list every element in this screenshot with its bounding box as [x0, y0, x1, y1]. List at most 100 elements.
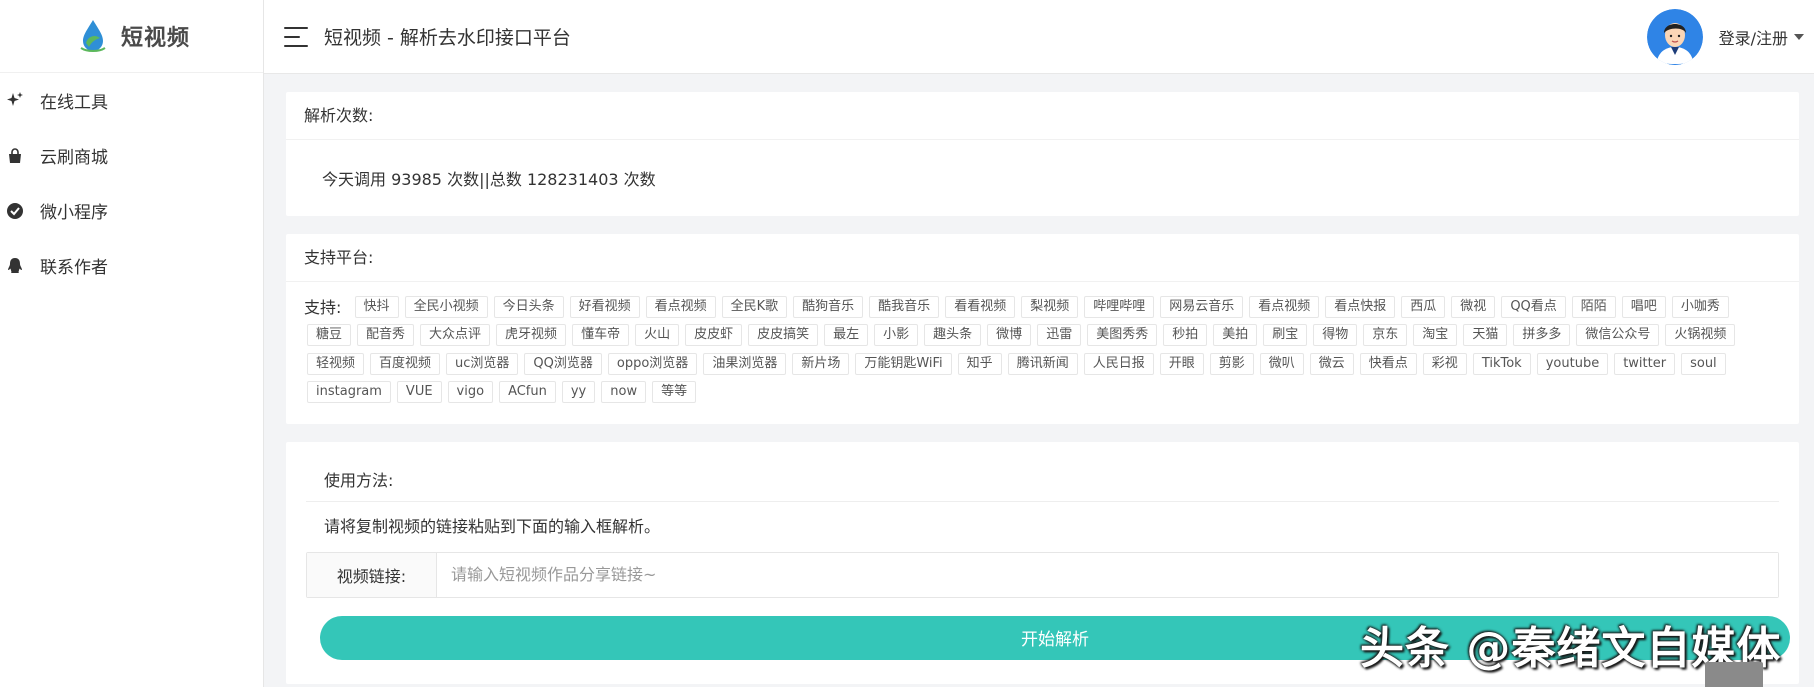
- platform-tag[interactable]: 看点视频: [1249, 295, 1320, 318]
- platform-tag[interactable]: 彩视: [1422, 352, 1467, 375]
- app-root: 短视频 在线工具 云刷商城 微小程序 联系作者 短视频 - 解析去水印接口平台 …: [0, 0, 1814, 687]
- platform-tag[interactable]: 天猫: [1463, 324, 1508, 346]
- platform-tag[interactable]: 得物: [1313, 324, 1358, 346]
- platform-tag[interactable]: 秒拍: [1163, 324, 1208, 346]
- platform-tag[interactable]: now: [601, 381, 647, 403]
- water-drop-leaf-icon: [80, 20, 106, 52]
- platform-tag[interactable]: 火锅视频: [1665, 324, 1736, 346]
- platform-tag[interactable]: 美拍: [1213, 324, 1258, 346]
- platform-tag[interactable]: 微信公众号: [1576, 324, 1660, 346]
- platform-tag[interactable]: 微博: [987, 324, 1032, 346]
- sparkle-icon: [4, 90, 26, 112]
- platforms-label: 支持:: [304, 298, 342, 317]
- platform-tag[interactable]: 快看点: [1359, 352, 1417, 375]
- platform-tag[interactable]: 今日头条: [493, 295, 564, 318]
- platform-tag[interactable]: 拼多多: [1513, 324, 1571, 346]
- platform-tag[interactable]: 哔哩哔哩: [1084, 295, 1155, 318]
- platform-tag[interactable]: 糖豆: [307, 324, 352, 346]
- platform-tag[interactable]: 剪影: [1209, 352, 1254, 375]
- platform-tag[interactable]: TikTok: [1472, 352, 1531, 375]
- shopping-bag-icon: [4, 145, 26, 167]
- sidebar-item-contact[interactable]: 联系作者: [0, 238, 263, 293]
- platform-tag[interactable]: 大众点评: [420, 324, 491, 346]
- platform-tag[interactable]: 迅雷: [1037, 324, 1082, 346]
- platform-tag[interactable]: 皮皮虾: [685, 324, 743, 346]
- platform-tag[interactable]: 看看视频: [945, 295, 1016, 318]
- platform-tag[interactable]: 看点视频: [645, 295, 716, 318]
- platform-tag[interactable]: 百度视频: [370, 352, 441, 375]
- platform-tag[interactable]: QQ看点: [1501, 295, 1566, 318]
- platform-tag[interactable]: 等等: [652, 381, 697, 403]
- login-label: 登录/注册: [1718, 29, 1788, 48]
- platform-tag[interactable]: 新片场: [792, 352, 850, 375]
- platform-tag[interactable]: 虎牙视频: [496, 324, 567, 346]
- platform-tag[interactable]: 人民日报: [1083, 352, 1154, 375]
- platform-tag[interactable]: 酷我音乐: [869, 295, 940, 318]
- platform-tag[interactable]: 轻视频: [307, 352, 365, 375]
- platforms-card: 支持平台: 支持: 快抖 全民小视频 今日头条 好看视频 看点视频 全民K歌 酷狗音乐 酷我音…: [286, 234, 1799, 424]
- platform-tag[interactable]: 陌陌: [1571, 295, 1616, 318]
- platform-tag[interactable]: 小咖秀: [1671, 295, 1729, 318]
- sidebar-item-label: 微小程序: [40, 203, 108, 223]
- platform-tag[interactable]: vigo: [447, 381, 494, 403]
- header-user-area: 登录/注册: [1646, 0, 1804, 74]
- usage-description: 请将复制视频的链接粘贴到下面的输入框解析。: [324, 516, 661, 536]
- platform-tag[interactable]: VUE: [396, 381, 442, 403]
- platform-tag[interactable]: QQ浏览器: [524, 352, 602, 375]
- platform-tag-list: 支持: 快抖 全民小视频 今日头条 好看视频 看点视频 全民K歌 酷狗音乐 酷我音乐 看看视频梨…: [286, 282, 1799, 424]
- platform-tag[interactable]: 知乎: [957, 352, 1002, 375]
- video-link-label: 视频链接:: [307, 552, 437, 597]
- platform-tag[interactable]: oppo浏览器: [607, 352, 698, 375]
- usage-title: 使用方法:: [306, 460, 1779, 502]
- platform-tag[interactable]: 淘宝: [1413, 324, 1458, 346]
- platform-tag[interactable]: 全民小视频: [404, 295, 488, 318]
- platform-tag[interactable]: 皮皮搞笑: [748, 324, 819, 346]
- platforms-title: 支持平台:: [286, 234, 1799, 282]
- platform-tag[interactable]: 好看视频: [569, 295, 640, 318]
- sidebar-item-shop[interactable]: 云刷商城: [0, 128, 263, 183]
- floating-action-button[interactable]: [1705, 662, 1763, 687]
- platform-tag[interactable]: uc浏览器: [446, 352, 519, 375]
- menu-toggle-icon[interactable]: [284, 26, 308, 47]
- platform-tag[interactable]: 最左: [824, 324, 869, 346]
- platform-tag[interactable]: 西瓜: [1401, 295, 1446, 318]
- platform-tag[interactable]: 趣头条: [924, 324, 982, 346]
- platform-tag[interactable]: 全民K歌: [721, 295, 788, 318]
- sidebar-item-miniprogram[interactable]: 微小程序: [0, 183, 263, 238]
- platform-tag[interactable]: ACfun: [499, 381, 556, 403]
- page-title: 短视频 - 解析去水印接口平台: [324, 27, 571, 49]
- platform-tag[interactable]: twitter: [1614, 352, 1676, 375]
- sidebar-item-label: 联系作者: [40, 258, 108, 278]
- platform-tag[interactable]: 微叭: [1259, 352, 1304, 375]
- logo[interactable]: 短视频: [0, 0, 263, 73]
- platform-tag[interactable]: 腾讯新闻: [1007, 352, 1078, 375]
- platform-tag[interactable]: 看点快报: [1325, 295, 1396, 318]
- user-avatar-icon[interactable]: [1646, 9, 1703, 65]
- platform-tag[interactable]: 万能钥匙WiFi: [855, 352, 952, 375]
- platform-tag[interactable]: 美图秀秀: [1087, 324, 1158, 346]
- platform-tag[interactable]: 梨视频: [1021, 295, 1079, 318]
- platform-tag[interactable]: 开眼: [1159, 352, 1204, 375]
- login-register-link[interactable]: 登录/注册: [1719, 25, 1804, 49]
- platform-tag[interactable]: 快抖: [354, 295, 399, 318]
- platform-tag[interactable]: 懂车帝: [572, 324, 630, 346]
- platform-tag[interactable]: 微视: [1451, 295, 1496, 318]
- platform-tag[interactable]: 配音秀: [357, 324, 415, 346]
- platform-tag[interactable]: instagram: [307, 381, 391, 403]
- platform-tag[interactable]: yy: [561, 381, 596, 403]
- platform-tag[interactable]: 京东: [1363, 324, 1408, 346]
- platform-tag[interactable]: 唱吧: [1621, 295, 1666, 318]
- platform-tag[interactable]: 微云: [1309, 352, 1354, 375]
- video-link-input[interactable]: [437, 552, 1778, 597]
- platform-tag[interactable]: 酷狗音乐: [793, 295, 864, 318]
- platform-tag[interactable]: 油果浏览器: [703, 352, 787, 375]
- stats-title: 解析次数:: [286, 92, 1799, 140]
- sidebar-item-tools[interactable]: 在线工具: [0, 73, 263, 128]
- platform-tag[interactable]: 火山: [635, 324, 680, 346]
- platform-tag[interactable]: youtube: [1536, 352, 1609, 375]
- check-circle-icon: [4, 200, 26, 222]
- platform-tag[interactable]: 刷宝: [1263, 324, 1308, 346]
- platform-tag[interactable]: 网易云音乐: [1160, 295, 1244, 318]
- platform-tag[interactable]: soul: [1681, 352, 1726, 375]
- platform-tag[interactable]: 小影: [874, 324, 919, 346]
